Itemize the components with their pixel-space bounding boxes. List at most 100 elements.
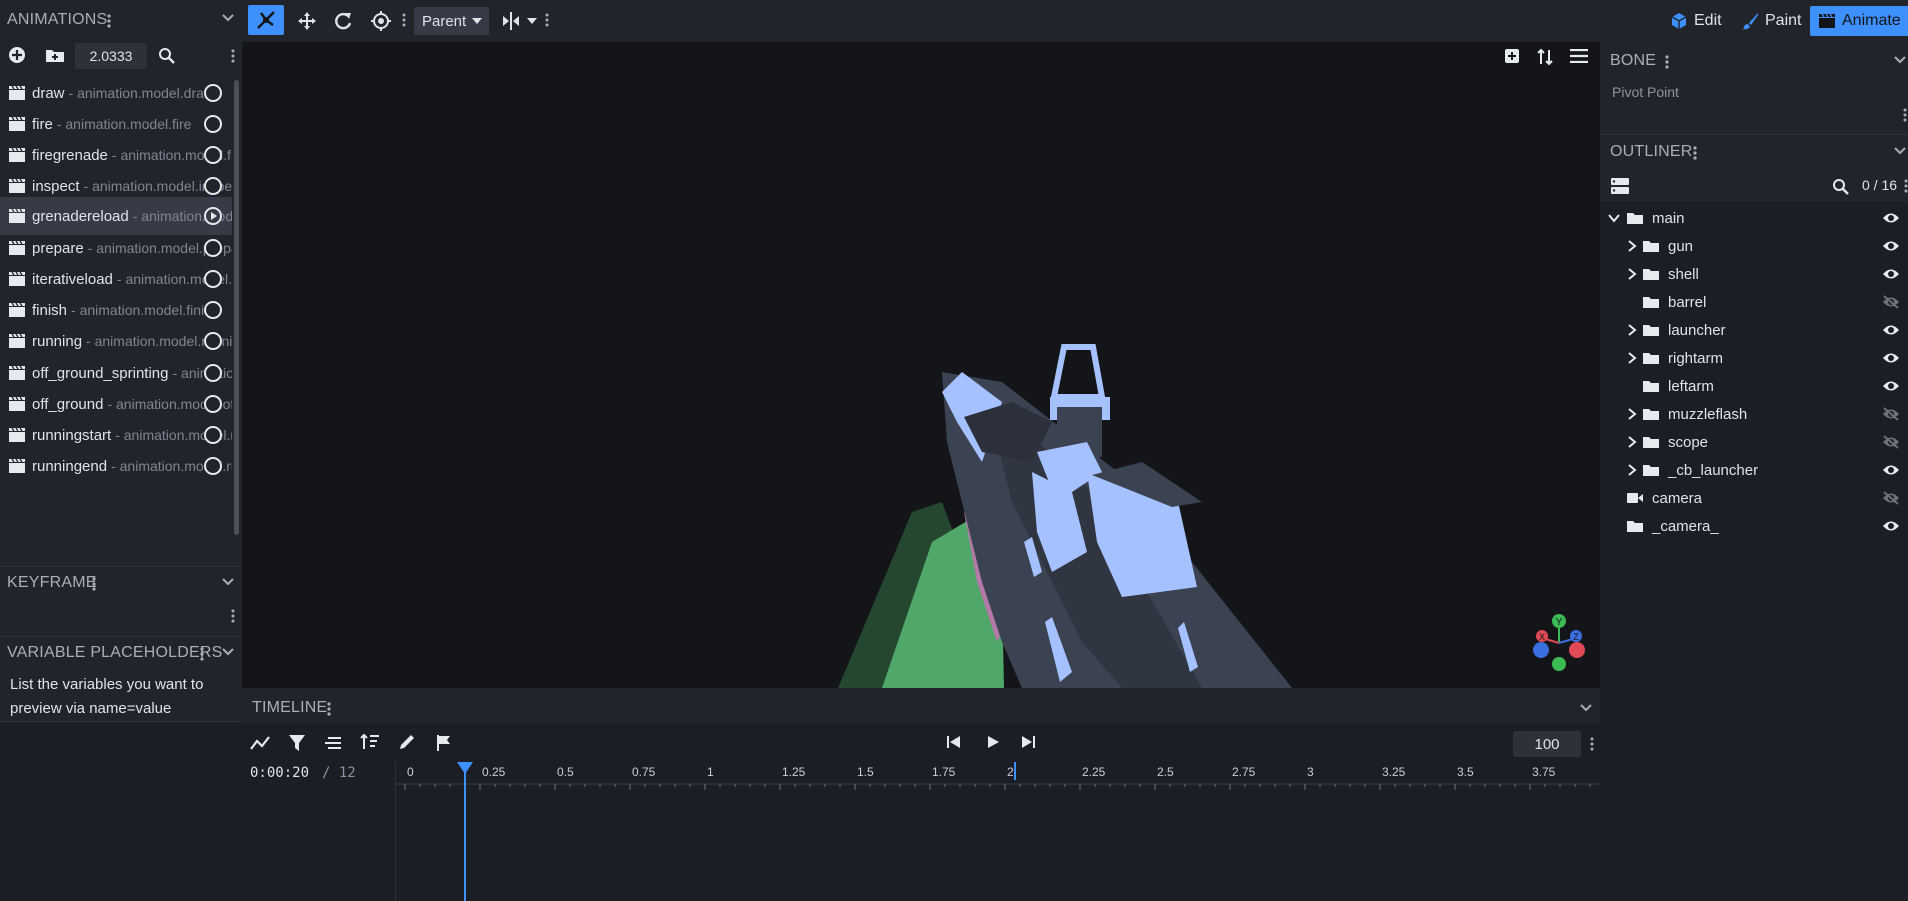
play-toggle-icon[interactable] — [204, 426, 222, 444]
play-toggle-icon[interactable] — [204, 146, 222, 164]
bone-options-icon[interactable] — [1903, 108, 1907, 122]
add-animation-icon[interactable] — [8, 46, 26, 64]
mirror-modeling-button[interactable] — [497, 8, 541, 34]
variable-placeholders-collapse-icon[interactable] — [222, 648, 234, 656]
variable-placeholders-menu-icon[interactable] — [199, 646, 205, 662]
bone-menu-icon[interactable] — [1664, 54, 1670, 70]
rotate-tool-button[interactable] — [330, 8, 356, 34]
eye-icon[interactable] — [1882, 463, 1900, 477]
graph-editor-icon[interactable] — [250, 735, 270, 751]
search-animations-icon[interactable] — [158, 47, 175, 64]
axis-gizmo[interactable]: Y X Z — [1524, 608, 1594, 678]
pivot-target-button[interactable] — [368, 8, 394, 34]
eye-hidden-icon[interactable] — [1882, 407, 1900, 421]
outliner-options-icon[interactable] — [1904, 179, 1908, 193]
chevron-right-icon[interactable] — [1626, 464, 1638, 476]
eye-icon[interactable] — [1882, 239, 1900, 253]
chevron-right-icon[interactable] — [1626, 408, 1638, 420]
eye-icon[interactable] — [1882, 267, 1900, 281]
outliner-item-scope[interactable]: scope — [1600, 428, 1908, 456]
chevron-right-icon[interactable] — [1626, 436, 1638, 448]
pivot-tool-icon — [257, 11, 275, 29]
animations-menu-icon[interactable] — [106, 13, 112, 29]
animation-length-field[interactable]: 2.0333 — [75, 43, 147, 69]
filter-icon[interactable] — [288, 734, 306, 752]
eye-icon[interactable] — [1882, 519, 1900, 533]
play-toggle-icon[interactable] — [204, 457, 222, 475]
move-tool-button[interactable] — [294, 8, 320, 34]
animations-collapse-icon[interactable] — [222, 14, 234, 22]
eye-icon[interactable] — [1882, 351, 1900, 365]
play-icon[interactable] — [986, 735, 1000, 749]
outliner-item-gun[interactable]: gun — [1600, 232, 1908, 260]
animations-options-icon[interactable] — [231, 49, 235, 63]
toolbar-options-icon[interactable] — [402, 13, 406, 27]
paint-mode-tab[interactable]: Paint — [1741, 6, 1801, 36]
timeline-ruler[interactable]: 0 0.25 0.5 0.75 1 1.25 1.5 1.75 2 2.25 2.5 2.75 3 3.2… — [396, 762, 1600, 901]
timeline-options-icon[interactable] — [1590, 737, 1594, 751]
outliner-collapse-icon[interactable] — [1894, 147, 1906, 155]
play-toggle-icon[interactable] — [204, 177, 222, 195]
outliner-menu-icon[interactable] — [1692, 145, 1698, 161]
move-pivot-tool-button[interactable] — [248, 5, 284, 35]
folder-icon — [1643, 241, 1659, 252]
play-active-icon[interactable] — [204, 207, 222, 225]
play-toggle-icon[interactable] — [204, 239, 222, 257]
import-animation-folder-icon[interactable] — [45, 47, 65, 63]
outliner-item-launcher[interactable]: launcher — [1600, 316, 1908, 344]
play-toggle-icon[interactable] — [204, 115, 222, 133]
chevron-right-icon[interactable] — [1626, 240, 1638, 252]
keyframe-collapse-icon[interactable] — [222, 578, 234, 586]
search-outliner-icon[interactable] — [1832, 178, 1849, 195]
eye-hidden-icon[interactable] — [1882, 435, 1900, 449]
edit-mode-tab[interactable]: Edit — [1670, 6, 1722, 36]
align-icon[interactable] — [324, 736, 342, 750]
timeline-track-header — [242, 762, 396, 901]
pivot-mode-select[interactable]: Parent — [414, 7, 489, 35]
chevron-right-icon[interactable] — [1626, 324, 1638, 336]
chevron-down-icon[interactable] — [1608, 212, 1620, 224]
eye-icon[interactable] — [1882, 323, 1900, 337]
timeline-menu-icon[interactable] — [326, 701, 332, 717]
bone-collapse-icon[interactable] — [1894, 56, 1906, 64]
play-toggle-icon[interactable] — [204, 301, 222, 319]
outliner-item-leftarm[interactable]: leftarm — [1600, 372, 1908, 400]
eye-icon[interactable] — [1882, 211, 1900, 225]
chevron-right-icon[interactable] — [1626, 268, 1638, 280]
animate-mode-tab[interactable]: Animate — [1810, 6, 1908, 36]
animation-item-runningend[interactable]: runningend- animation.model.runningend — [0, 447, 232, 485]
eye-hidden-icon[interactable] — [1882, 491, 1900, 505]
outliner-item-cb-launcher[interactable]: _cb_launcher — [1600, 456, 1908, 484]
marker-flag-icon[interactable] — [436, 734, 452, 752]
outliner-item-rightarm[interactable]: rightarm — [1600, 344, 1908, 372]
outliner-item-main[interactable]: main — [1600, 204, 1908, 232]
keyframe-menu-icon[interactable] — [91, 576, 97, 592]
chevron-right-icon[interactable] — [1626, 352, 1638, 364]
outliner-item-camera[interactable]: camera — [1600, 484, 1908, 512]
3d-viewport[interactable]: Y X Z — [242, 42, 1600, 688]
eye-hidden-icon[interactable] — [1882, 295, 1900, 309]
play-toggle-icon[interactable] — [204, 84, 222, 102]
add-group-icon[interactable] — [1610, 177, 1630, 195]
playhead-handle[interactable] — [457, 762, 473, 774]
outliner-item-barrel[interactable]: barrel — [1600, 288, 1908, 316]
outliner-item-muzzleflash[interactable]: muzzleflash — [1600, 400, 1908, 428]
play-toggle-icon[interactable] — [204, 270, 222, 288]
keyframe-options-icon[interactable] — [231, 609, 235, 623]
animation-list-scrollbar[interactable] — [234, 80, 239, 535]
outliner-item-shell[interactable]: shell — [1600, 260, 1908, 288]
timeline-collapse-icon[interactable] — [1580, 704, 1592, 712]
folder-icon — [1643, 437, 1659, 448]
mirror-options-icon[interactable] — [545, 13, 549, 27]
play-toggle-icon[interactable] — [204, 332, 222, 350]
timeline-zoom-field[interactable]: 100 — [1513, 731, 1581, 757]
edit-pencil-icon[interactable] — [398, 733, 416, 751]
outliner-item-camera-folder[interactable]: _camera_ — [1600, 512, 1908, 540]
skip-to-end-icon[interactable] — [1020, 735, 1036, 749]
play-toggle-icon[interactable] — [204, 395, 222, 413]
play-toggle-icon[interactable] — [204, 364, 222, 382]
sort-icon[interactable] — [360, 733, 380, 751]
skip-to-start-icon[interactable] — [946, 735, 962, 749]
eye-icon[interactable] — [1882, 379, 1900, 393]
variable-placeholders-textarea[interactable] — [0, 721, 242, 901]
